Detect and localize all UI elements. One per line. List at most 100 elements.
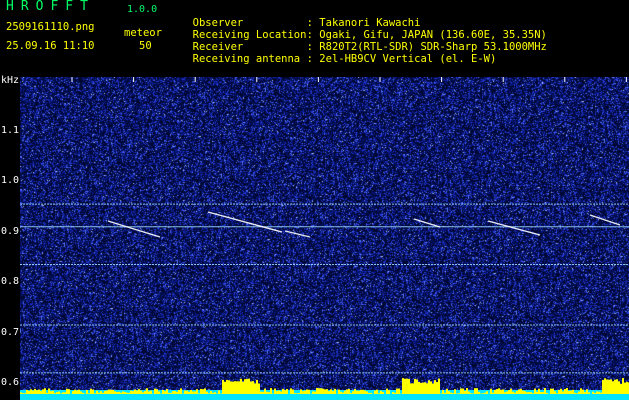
activity-peak [544,388,546,394]
activity-peak [104,390,106,394]
meteor-count: 50 [139,40,152,52]
y-tick-label: 0.7 [1,326,20,338]
activity-peak [380,390,382,394]
activity-peak [22,393,24,394]
activity-peak [496,389,498,394]
meteor-streak [207,211,283,233]
activity-peak [48,388,50,394]
activity-peak [64,392,66,394]
activity-peak [270,388,272,394]
activity-peak [54,393,56,394]
activity-peak [118,391,120,394]
activity-peak [394,392,396,394]
activity-peak [78,389,80,394]
activity-peak [374,390,376,394]
activity-peak [408,378,410,394]
activity-peak [72,390,74,394]
activity-peak [576,393,578,394]
activity-peak [326,389,328,394]
activity-peak [578,391,580,394]
activity-peak [230,381,232,394]
activity-peak [296,393,298,394]
activity-peak [134,389,136,394]
activity-peak [136,390,138,394]
activity-peak [342,392,344,394]
activity-peak [438,378,440,394]
activity-peak [316,388,318,394]
activity-peak [480,393,482,394]
info-label-antenna: Receiving antenna [192,53,301,65]
y-axis-unit: kHz [1,75,20,86]
activity-peak [60,393,62,394]
activity-peak [286,388,288,394]
activity-peak [166,388,168,394]
activity-peak [346,389,348,394]
activity-peak [580,388,582,394]
activity-peak [494,389,496,394]
activity-peak [186,390,188,394]
activity-peak [196,389,198,394]
activity-peak [228,380,230,394]
activity-peak [376,389,378,394]
activity-peak [28,390,30,394]
activity-peak [260,391,262,394]
activity-peak [594,392,596,394]
activity-peak [246,378,248,394]
activity-peak [218,390,220,394]
activity-peak [520,388,522,394]
activity-peak [278,390,280,394]
activity-peak [120,392,122,394]
activity-peak [448,391,450,394]
activity-peak [322,388,324,394]
activity-peak [478,391,480,394]
activity-peak [144,391,146,394]
activity-peak [96,390,98,394]
activity-peak [280,391,282,394]
activity-peak [82,392,84,394]
activity-peak [36,390,38,394]
activity-peak [516,390,518,394]
activity-peak [284,390,286,394]
activity-peak [454,389,456,394]
activity-peak [46,392,48,394]
activity-peak [232,381,234,394]
activity-peak [94,393,96,394]
activity-peak [140,390,142,394]
activity-peak [338,389,340,394]
activity-peak [540,391,542,394]
activity-peak [340,391,342,394]
activity-peak [366,391,368,394]
activity-peak [194,391,196,394]
activity-peak [356,390,358,394]
activity-peak [290,388,292,394]
activity-peak [588,392,590,394]
activity-peak [76,390,78,394]
activity-peak [262,391,264,394]
y-tick-label: 0.6 [1,377,20,388]
activity-peak [142,392,144,394]
activity-peak [606,379,608,394]
activity-peak [612,381,614,394]
activity-peak [468,391,470,394]
activity-peak [312,391,314,394]
activity-peak [324,389,326,394]
activity-peak [422,382,424,394]
activity-peak [432,383,434,394]
meteor-streak [413,218,441,228]
activity-peak [498,388,500,394]
activity-peak [102,392,104,394]
activity-peak [176,391,178,394]
activity-peak [616,379,618,394]
activity-peak [300,389,302,394]
meteor-streak [107,220,161,238]
activity-peak [534,388,536,394]
activity-peak [210,391,212,394]
activity-peak [110,389,112,394]
activity-peak [92,389,94,394]
activity-peak [198,393,200,394]
activity-peak [56,392,58,394]
activity-peak [530,392,532,394]
activity-peak [370,392,372,394]
activity-peak [430,381,432,394]
activity-peak [240,378,242,394]
